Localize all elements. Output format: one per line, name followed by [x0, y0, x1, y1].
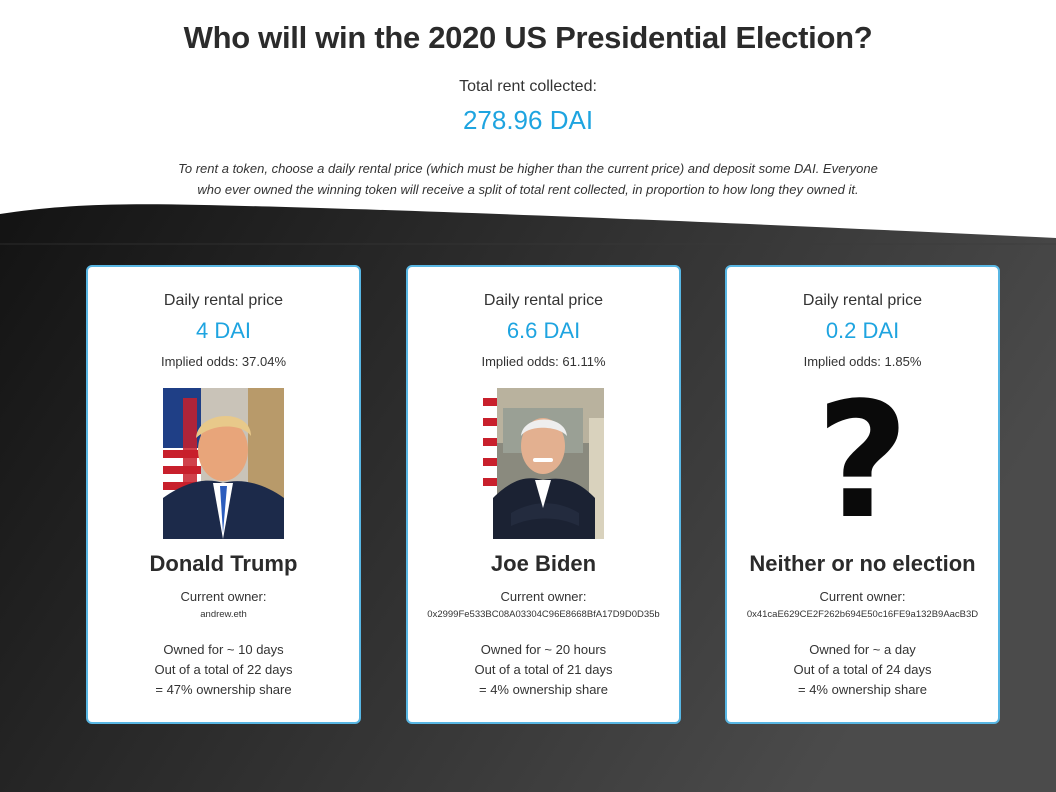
page-header: Who will win the 2020 US Presidential El… — [0, 0, 1056, 200]
ownership-stats: Owned for ~ a day Out of a total of 24 d… — [727, 640, 998, 700]
donald-trump-portrait — [163, 388, 284, 539]
total-days: Out of a total of 21 days — [474, 662, 613, 677]
price-label: Daily rental price — [163, 292, 284, 309]
owned-for: Owned for ~ a day — [809, 642, 916, 657]
total-days: Out of a total of 24 days — [793, 662, 932, 677]
ownership-stats: Owned for ~ 20 hours Out of a total of 2… — [408, 640, 679, 700]
current-owner-address: 0x2999Fe533BC08A03304C96E8668BfA17D9D0D3… — [427, 609, 660, 620]
current-owner-label: Current owner: — [819, 589, 906, 604]
daily-price: 6.6 DAI — [506, 318, 581, 343]
current-owner-label: Current owner: — [180, 589, 267, 604]
ownership-share: = 4% ownership share — [798, 682, 927, 697]
joe-biden-portrait — [483, 388, 604, 539]
daily-price: 0.2 DAI — [825, 318, 900, 343]
total-rent-value: 278.96 DAI — [462, 105, 594, 135]
candidate-name: Joe Biden — [490, 551, 597, 576]
current-owner-address: 0x41caE629CE2F262b694E50c16FE9a132B9AacB… — [746, 609, 979, 620]
price-label: Daily rental price — [483, 292, 604, 309]
question-mark-icon: ? — [816, 367, 909, 554]
candidate-name: Neither or no election — [749, 551, 976, 576]
candidate-card-neither[interactable]: Daily rental price 0.2 DAI Implied odds:… — [725, 265, 1000, 724]
explanation-text: To rent a token, choose a daily rental p… — [178, 161, 878, 197]
total-rent-label: Total rent collected: — [459, 78, 597, 95]
page-title: Who will win the 2020 US Presidential El… — [183, 20, 873, 55]
daily-price: 4 DAI — [195, 318, 252, 343]
owned-for: Owned for ~ 10 days — [163, 642, 284, 657]
implied-odds: Implied odds: 37.04% — [160, 354, 287, 369]
implied-odds: Implied odds: 61.11% — [481, 354, 606, 369]
ownership-share: = 47% ownership share — [155, 682, 292, 697]
price-label: Daily rental price — [802, 292, 923, 309]
ownership-stats: Owned for ~ 10 days Out of a total of 22… — [88, 640, 359, 700]
candidate-name: Donald Trump — [149, 551, 298, 576]
candidate-card-trump[interactable]: Daily rental price 4 DAI Implied odds: 3… — [86, 265, 361, 724]
owned-for: Owned for ~ 20 hours — [480, 642, 607, 657]
ownership-share: = 4% ownership share — [479, 682, 608, 697]
total-days: Out of a total of 22 days — [154, 662, 293, 677]
candidate-card-biden[interactable]: Daily rental price 6.6 DAI Implied odds:… — [406, 265, 681, 724]
current-owner-address: andrew.eth — [200, 609, 247, 620]
current-owner-label: Current owner: — [500, 589, 587, 604]
